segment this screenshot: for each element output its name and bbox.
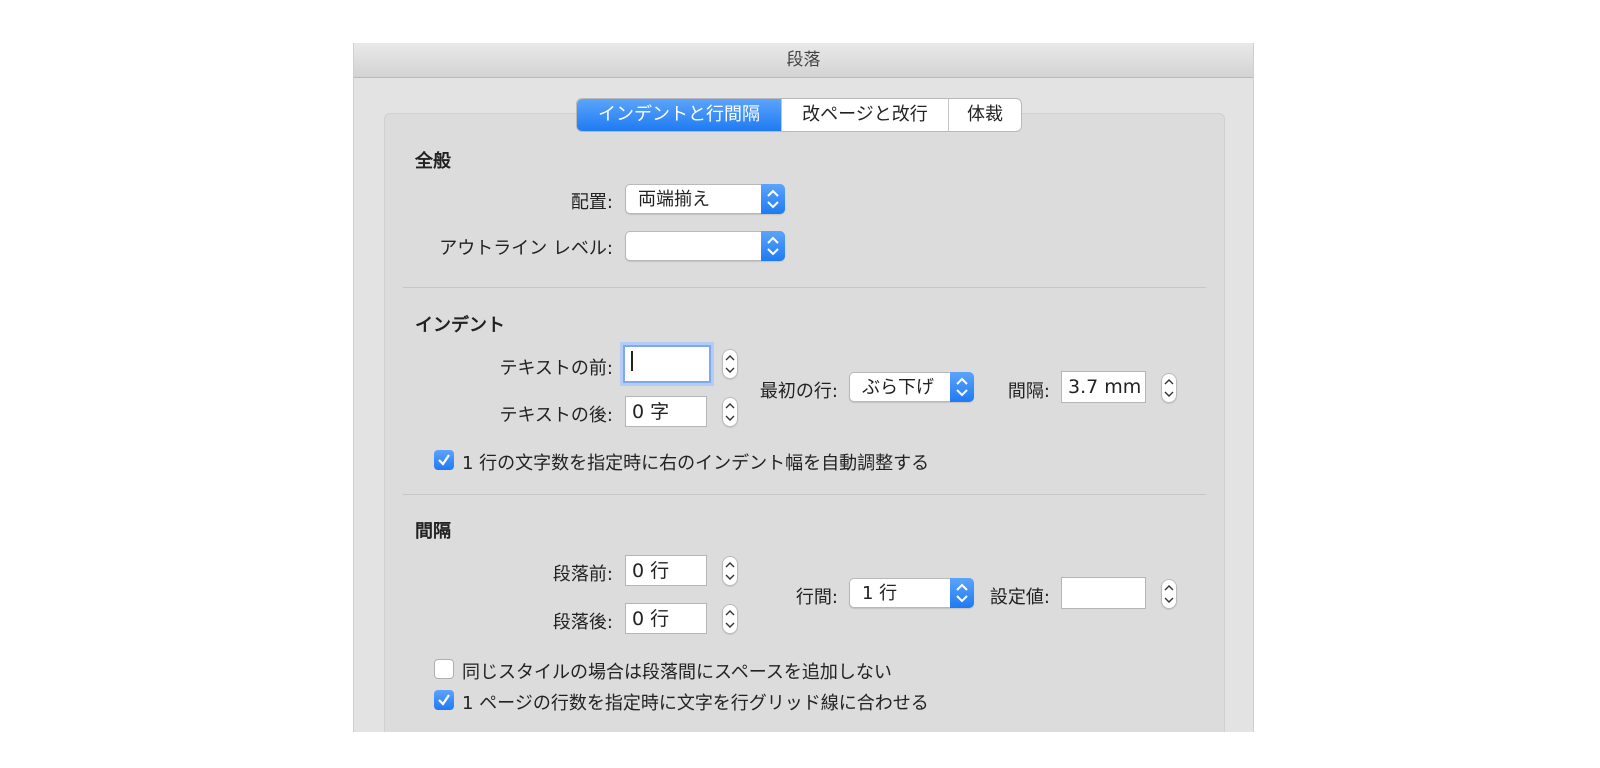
space-before-input[interactable]: 0 行: [625, 555, 707, 586]
select-arrows-icon: [761, 231, 785, 261]
indent-by-input[interactable]: 3.7 mm: [1061, 371, 1146, 403]
space-after-stepper[interactable]: [722, 604, 738, 634]
outline-level-select[interactable]: [625, 231, 785, 261]
alignment-select[interactable]: 両端揃え: [625, 184, 785, 214]
auto-adjust-indent-label: 1 行の文字数を指定時に右のインデント幅を自動調整する: [462, 453, 930, 474]
first-line-value: ぶら下げ: [862, 377, 934, 398]
space-before-stepper[interactable]: [722, 556, 738, 586]
after-text-stepper[interactable]: [722, 397, 738, 427]
first-line-select[interactable]: ぶら下げ: [849, 372, 974, 402]
line-spacing-value: 1 行: [862, 583, 898, 604]
select-arrows-icon: [950, 372, 974, 402]
spacing-at-label: 設定値:: [989, 587, 1050, 608]
tab-typography[interactable]: 体裁: [948, 99, 1021, 131]
space-before-label: 段落前:: [552, 564, 613, 585]
alignment-label: 配置:: [570, 192, 613, 213]
indent-by-stepper[interactable]: [1161, 373, 1177, 403]
section-title-spacing: 間隔: [415, 521, 451, 542]
spacing-at-stepper[interactable]: [1161, 579, 1177, 609]
auto-adjust-indent-checkbox[interactable]: [434, 450, 454, 470]
checkmark-icon: [438, 454, 450, 466]
line-spacing-select[interactable]: 1 行: [849, 578, 974, 608]
paragraph-dialog: 段落 インデントと行間隔 改ページと改行 体裁 全般 配置: 両端揃え アウトラ…: [353, 43, 1254, 732]
before-text-stepper[interactable]: [722, 349, 738, 379]
snap-to-grid-checkbox[interactable]: [434, 690, 454, 710]
before-text-input[interactable]: [623, 345, 711, 383]
indent-by-label: 間隔:: [1007, 381, 1050, 402]
section-title-indent: インデント: [415, 315, 505, 336]
section-divider: [403, 287, 1206, 288]
space-after-input[interactable]: 0 行: [625, 603, 707, 634]
tab-content-panel: 全般 配置: 両端揃え アウトライン レベル: インデント テキストの前: テキ…: [384, 113, 1225, 732]
select-arrows-icon: [761, 184, 785, 214]
tab-indents-and-spacing[interactable]: インデントと行間隔: [577, 99, 781, 131]
line-spacing-label: 行間:: [795, 587, 838, 608]
alignment-value: 両端揃え: [638, 189, 710, 210]
first-line-label: 最初の行:: [759, 381, 838, 402]
checkmark-icon: [438, 694, 450, 706]
window-title: 段落: [354, 43, 1253, 78]
outline-level-label: アウトライン レベル:: [439, 238, 613, 259]
no-space-same-style-label: 同じスタイルの場合は段落間にスペースを追加しない: [462, 662, 892, 683]
after-text-input[interactable]: 0 字: [625, 396, 707, 427]
space-after-label: 段落後:: [552, 612, 613, 633]
before-text-label: テキストの前:: [499, 358, 613, 379]
after-text-label: テキストの後:: [499, 405, 613, 426]
spacing-at-input[interactable]: [1061, 577, 1146, 609]
text-caret: [631, 351, 633, 371]
tab-bar: インデントと行間隔 改ページと改行 体裁: [576, 98, 1022, 132]
section-title-general: 全般: [415, 151, 451, 172]
section-divider: [403, 494, 1206, 495]
snap-to-grid-label: 1 ページの行数を指定時に文字を行グリッド線に合わせる: [462, 693, 929, 714]
tab-line-and-page-breaks[interactable]: 改ページと改行: [781, 99, 948, 131]
no-space-same-style-checkbox[interactable]: [434, 659, 454, 679]
